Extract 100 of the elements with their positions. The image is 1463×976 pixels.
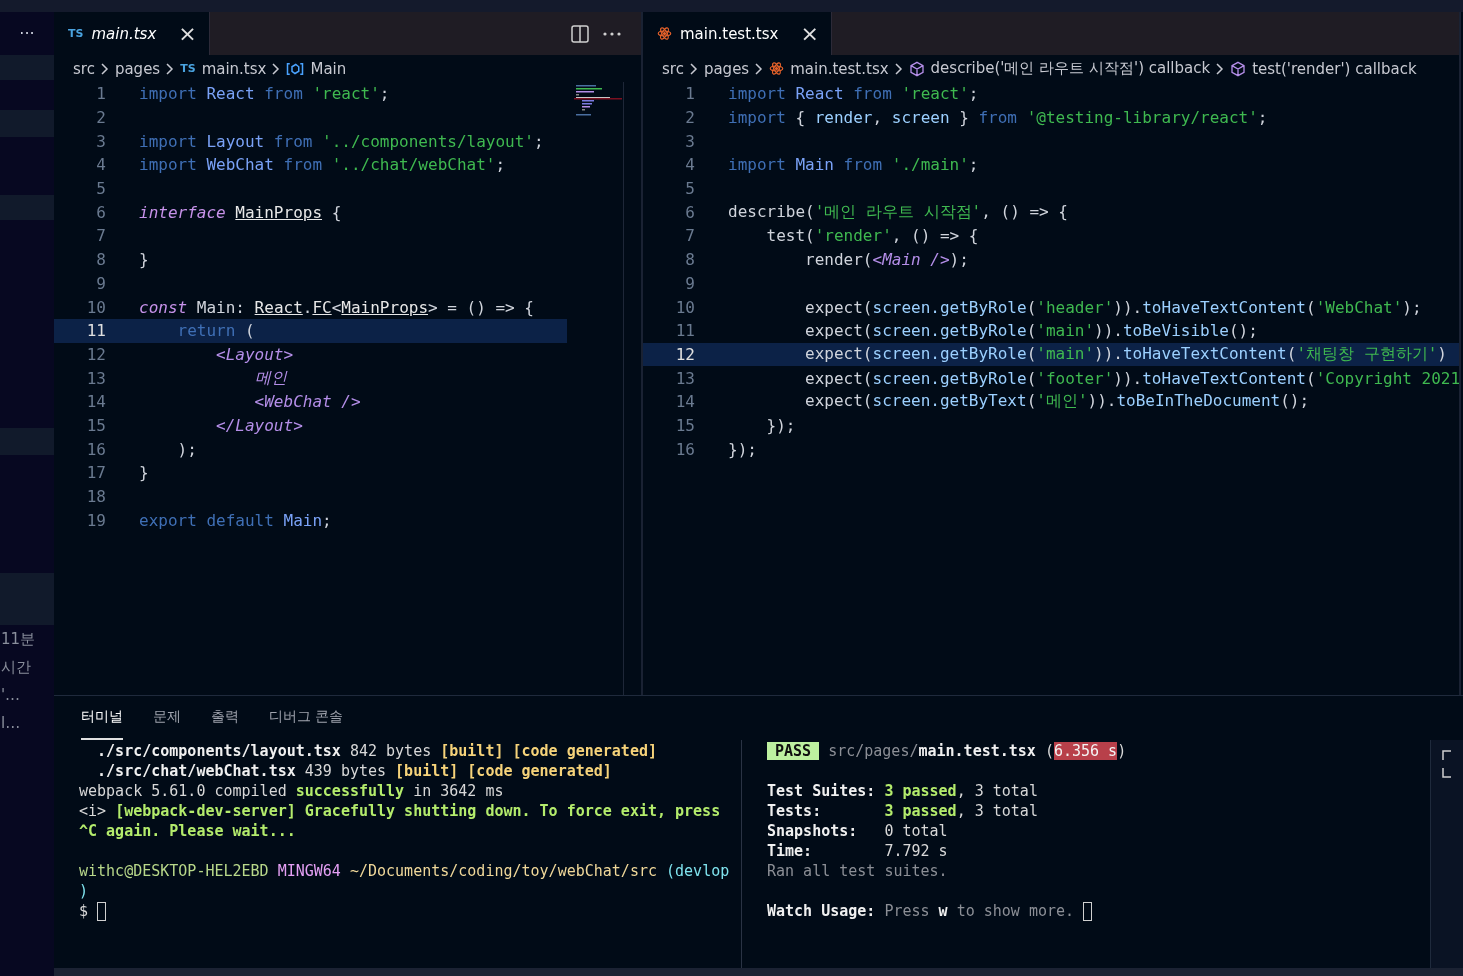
code-line: render(<Main />); bbox=[804, 250, 969, 270]
line-number: 6 bbox=[95, 202, 106, 222]
typescript-icon: TS bbox=[68, 27, 84, 40]
line-number: 16 bbox=[674, 439, 695, 459]
line-number: 16 bbox=[85, 439, 106, 459]
line-number: 8 bbox=[95, 250, 106, 270]
line-number: 3 bbox=[95, 131, 106, 151]
chevron-icon bbox=[689, 62, 698, 75]
line-number: 5 bbox=[95, 179, 106, 199]
more-icon[interactable] bbox=[603, 31, 621, 36]
terminal-line: $ bbox=[79, 902, 89, 920]
split-editor-icon[interactable] bbox=[571, 24, 589, 43]
chevron-icon bbox=[755, 62, 764, 75]
terminal-top-icon[interactable] bbox=[1442, 750, 1452, 760]
panel-tab[interactable]: 출력 bbox=[211, 696, 239, 740]
code-line: <WebChat /> bbox=[253, 392, 361, 412]
line-number: 10 bbox=[674, 297, 695, 317]
sidebar-text: 시간 bbox=[0, 657, 32, 678]
typescript-icon: TS bbox=[180, 62, 196, 75]
chevron-icon bbox=[166, 62, 175, 75]
breadcrumb[interactable]: Main bbox=[310, 59, 347, 78]
code-line: }); bbox=[765, 415, 796, 435]
code-line: expect(screen.getByRole('footer')).toHaveTextContent('Copyright 2021 bbox=[804, 368, 1459, 388]
symbol-icon bbox=[286, 61, 305, 76]
sidebar-text: l… bbox=[0, 713, 22, 734]
cube-icon bbox=[1230, 60, 1247, 77]
panel-tab[interactable]: 디버그 콘솔 bbox=[269, 696, 344, 740]
breadcrumb[interactable]: src bbox=[662, 59, 684, 78]
code-line: const Main: React.FC<MainProps> = () => { bbox=[139, 297, 534, 317]
line-number: 4 bbox=[684, 155, 695, 175]
line-number: 19 bbox=[85, 510, 106, 530]
breadcrumb[interactable]: describe('메인 라우트 시작점') callback bbox=[930, 59, 1211, 78]
line-number: 17 bbox=[85, 463, 106, 483]
code-line: <Layout> bbox=[215, 344, 294, 364]
editor-tab[interactable]: main.test.tsx × bbox=[643, 12, 832, 55]
terminal-line: ^C again. Please wait... bbox=[79, 822, 296, 840]
code-line: 메인 bbox=[253, 367, 287, 389]
line-number: 2 bbox=[684, 108, 695, 128]
code-line: import WebChat from '../chat/webChat'; bbox=[139, 155, 506, 175]
line-number: 11 bbox=[85, 321, 106, 341]
code-line: import React from 'react'; bbox=[139, 84, 390, 104]
code-line: expect(screen.getByRole('main')).toHaveTextContent('채팅창 구현하기') bbox=[804, 343, 1447, 365]
cube-icon bbox=[908, 60, 925, 77]
chevron-icon bbox=[100, 62, 109, 75]
code-line: export default Main; bbox=[139, 510, 332, 530]
breadcrumb[interactable]: pages bbox=[114, 59, 161, 78]
more-icon[interactable]: ··· bbox=[0, 12, 54, 55]
line-number: 5 bbox=[684, 179, 695, 199]
line-number: 8 bbox=[684, 250, 695, 270]
close-icon[interactable]: × bbox=[800, 22, 819, 45]
chevron-icon bbox=[894, 62, 903, 75]
code-line: }); bbox=[728, 439, 757, 459]
close-icon[interactable]: × bbox=[178, 22, 197, 45]
code-line: } bbox=[139, 250, 149, 270]
breadcrumb[interactable]: main.test.tsx bbox=[790, 59, 889, 78]
breadcrumb[interactable]: main.tsx bbox=[201, 59, 267, 78]
line-number: 13 bbox=[674, 368, 695, 388]
terminal-line: Watch Usage: Press w to show more. bbox=[767, 902, 1075, 920]
code-line: import { render, screen } from '@testing-library/react'; bbox=[728, 108, 1268, 128]
line-number: 4 bbox=[95, 155, 106, 175]
sidebar-text: 11분 bbox=[0, 629, 37, 650]
line-number: 9 bbox=[684, 273, 695, 293]
terminal-line: Time: 7.792 s bbox=[767, 842, 948, 860]
terminal-bottom-icon[interactable] bbox=[1442, 768, 1452, 778]
atom-icon bbox=[769, 61, 785, 76]
editor-tab[interactable]: TS main.tsx × bbox=[54, 12, 210, 55]
code-line: import React from 'react'; bbox=[728, 84, 979, 104]
panel-tab[interactable]: 터미널 bbox=[81, 696, 123, 740]
panel-tab[interactable]: 문제 bbox=[153, 696, 181, 740]
code-line: ); bbox=[176, 439, 197, 459]
line-number: 7 bbox=[95, 226, 106, 246]
code-line: import Main from './main'; bbox=[728, 155, 979, 175]
code-line: return ( bbox=[176, 321, 255, 341]
terminal-line: Tests: 3 passed, 3 total bbox=[767, 802, 1038, 820]
line-number: 9 bbox=[95, 273, 106, 293]
sidebar-text: '… bbox=[0, 685, 22, 706]
code-line: import Layout from '../components/layout'; bbox=[139, 131, 544, 151]
line-number: 10 bbox=[85, 297, 106, 317]
breadcrumb[interactable]: src bbox=[73, 59, 95, 78]
code-line: test('render', () => { bbox=[765, 226, 979, 246]
line-number: 15 bbox=[674, 415, 695, 435]
line-number: 7 bbox=[684, 226, 695, 246]
breadcrumb[interactable]: test('render') callback bbox=[1252, 59, 1417, 78]
code-line: interface MainProps { bbox=[139, 202, 342, 222]
code-line: } bbox=[139, 463, 149, 483]
terminal-line: webpack 5.61.0 compiled successfully in 3642 ms bbox=[79, 782, 504, 800]
terminal-line: ./src/chat/webChat.tsx 439 bytes [built] [code generated] bbox=[96, 762, 612, 780]
code-line: expect(screen.getByRole('header')).toHaveTextContent('WebChat'); bbox=[804, 297, 1422, 317]
code-line: describe('메인 라우트 시작점', () => { bbox=[728, 201, 1068, 223]
breadcrumb[interactable]: pages bbox=[703, 59, 750, 78]
line-number: 1 bbox=[684, 84, 695, 104]
terminal-line: ) bbox=[79, 882, 89, 900]
line-number: 15 bbox=[85, 415, 106, 435]
chevron-icon bbox=[1216, 62, 1225, 75]
line-number: 3 bbox=[684, 131, 695, 151]
minimap-drawing bbox=[574, 84, 624, 119]
line-number: 12 bbox=[674, 344, 695, 364]
line-number: 2 bbox=[95, 108, 106, 128]
code-line: </Layout> bbox=[215, 415, 303, 435]
terminal-line: <i> [webpack-dev-server] Gracefully shutting down. To force exit, press bbox=[79, 802, 721, 820]
